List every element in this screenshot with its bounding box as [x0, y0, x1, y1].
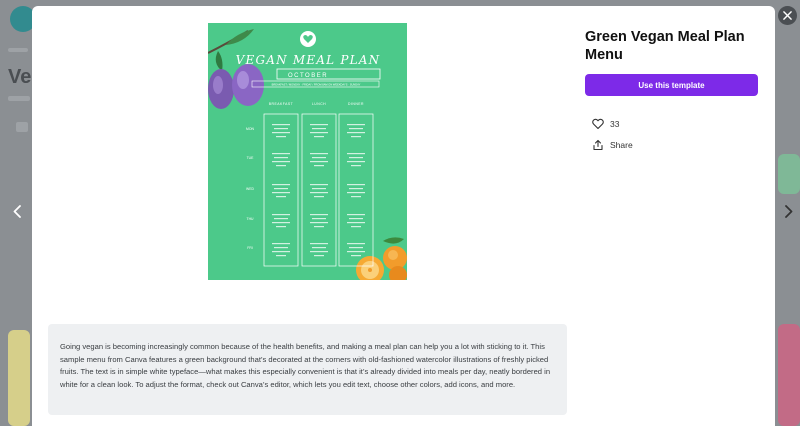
preview-column-header: DINNER [348, 102, 364, 106]
preview-meal-line [310, 222, 328, 224]
preview-column-header: LUNCH [312, 102, 326, 106]
preview-meal-line [349, 188, 363, 190]
preview-meal-line [310, 153, 328, 155]
preview-meal-line [312, 157, 326, 159]
preview-meal-line [349, 218, 363, 220]
preview-meal-line [310, 161, 328, 163]
next-template-button[interactable] [782, 201, 796, 221]
preview-meal-line [351, 136, 361, 138]
preview-meal-line [314, 255, 324, 257]
preview-meal-line [276, 196, 286, 198]
background-thumbnail-card [778, 324, 800, 426]
preview-meal-line [351, 255, 361, 257]
template-modal: VEGAN MEAL PLAN OCTOBER BREAKFAST / MOND… [32, 6, 775, 426]
close-icon [783, 11, 792, 20]
preview-meal-line [276, 136, 286, 138]
preview-meal-line [351, 165, 361, 167]
template-title: Green Vegan Meal Plan Menu [585, 29, 745, 63]
preview-meal-line [272, 192, 290, 194]
preview-meal-line [272, 251, 290, 253]
preview-meal-line [272, 184, 290, 186]
preview-meal-line [351, 196, 361, 198]
chevron-right-icon [785, 204, 793, 218]
preview-meal-line [276, 165, 286, 167]
preview-meal-line [312, 128, 326, 130]
preview-tagline: BREAKFAST / MONDAY · FRIDAY / FROM 8AM O… [272, 83, 361, 87]
preview-meal-line [272, 214, 290, 216]
preview-meal-line [347, 184, 365, 186]
preview-meal-line [312, 188, 326, 190]
template-preview-image: VEGAN MEAL PLAN OCTOBER BREAKFAST / MOND… [208, 23, 407, 280]
preview-meal-line [347, 222, 365, 224]
background-thumbnail-card [778, 154, 800, 194]
preview-meal-line [347, 124, 365, 126]
preview-meal-line [347, 251, 365, 253]
preview-title: VEGAN MEAL PLAN [236, 53, 381, 67]
preview-month: OCTOBER [288, 73, 328, 79]
preview-meal-line [274, 218, 288, 220]
preview-meal-line [272, 132, 290, 134]
preview-day-label: WED [246, 187, 254, 191]
preview-meal-line [349, 247, 363, 249]
preview-day-label: TUE [247, 156, 255, 160]
preview-meal-line [274, 247, 288, 249]
preview-meal-line [314, 226, 324, 228]
preview-meal-line [314, 136, 324, 138]
background-thumbnail-card [8, 330, 30, 426]
preview-meal-line [310, 214, 328, 216]
preview-meal-line [272, 124, 290, 126]
preview-meal-line [312, 218, 326, 220]
preview-meal-line [310, 184, 328, 186]
preview-meal-line [347, 243, 365, 245]
background-filter-icon [16, 122, 28, 132]
chevron-left-icon [13, 204, 21, 218]
preview-meal-line [349, 157, 363, 159]
preview-meal-line [272, 222, 290, 224]
share-label: Share [610, 140, 633, 150]
preview-meal-line [274, 128, 288, 130]
preview-meal-line [272, 243, 290, 245]
preview-meal-line [314, 165, 324, 167]
preview-meal-line [274, 157, 288, 159]
preview-meal-line [349, 128, 363, 130]
preview-meal-line [310, 132, 328, 134]
preview-meal-line [312, 247, 326, 249]
preview-day-label: THU [247, 217, 255, 221]
preview-meal-line [310, 243, 328, 245]
heart-icon [592, 118, 604, 129]
likes-count: 33 [610, 118, 620, 129]
preview-day-label: MON [246, 127, 254, 131]
background-subtitle [8, 96, 30, 101]
close-button[interactable] [778, 6, 797, 25]
share-icon [593, 139, 603, 151]
preview-meal-line [274, 188, 288, 190]
like-button[interactable]: 33 [592, 118, 619, 129]
preview-column-header: BREAKFAST [269, 102, 293, 106]
use-template-button[interactable]: Use this template [585, 74, 758, 96]
preview-meal-line [351, 226, 361, 228]
preview-meal-line [310, 251, 328, 253]
previous-template-button[interactable] [10, 201, 24, 221]
preview-meal-line [347, 161, 365, 163]
preview-meal-line [276, 226, 286, 228]
preview-meal-line [347, 132, 365, 134]
share-button[interactable]: Share [592, 139, 633, 151]
preview-meal-line [347, 153, 365, 155]
preview-meal-line [272, 161, 290, 163]
preview-meal-line [310, 192, 328, 194]
preview-meal-line [276, 255, 286, 257]
preview-meal-line [314, 196, 324, 198]
background-breadcrumb [8, 48, 28, 52]
preview-day-label: FRI [247, 246, 253, 250]
preview-meal-line [347, 192, 365, 194]
preview-meal-line [310, 124, 328, 126]
preview-meal-line [347, 214, 365, 216]
template-description: Going vegan is becoming increasingly com… [48, 324, 567, 415]
preview-meal-line [272, 153, 290, 155]
